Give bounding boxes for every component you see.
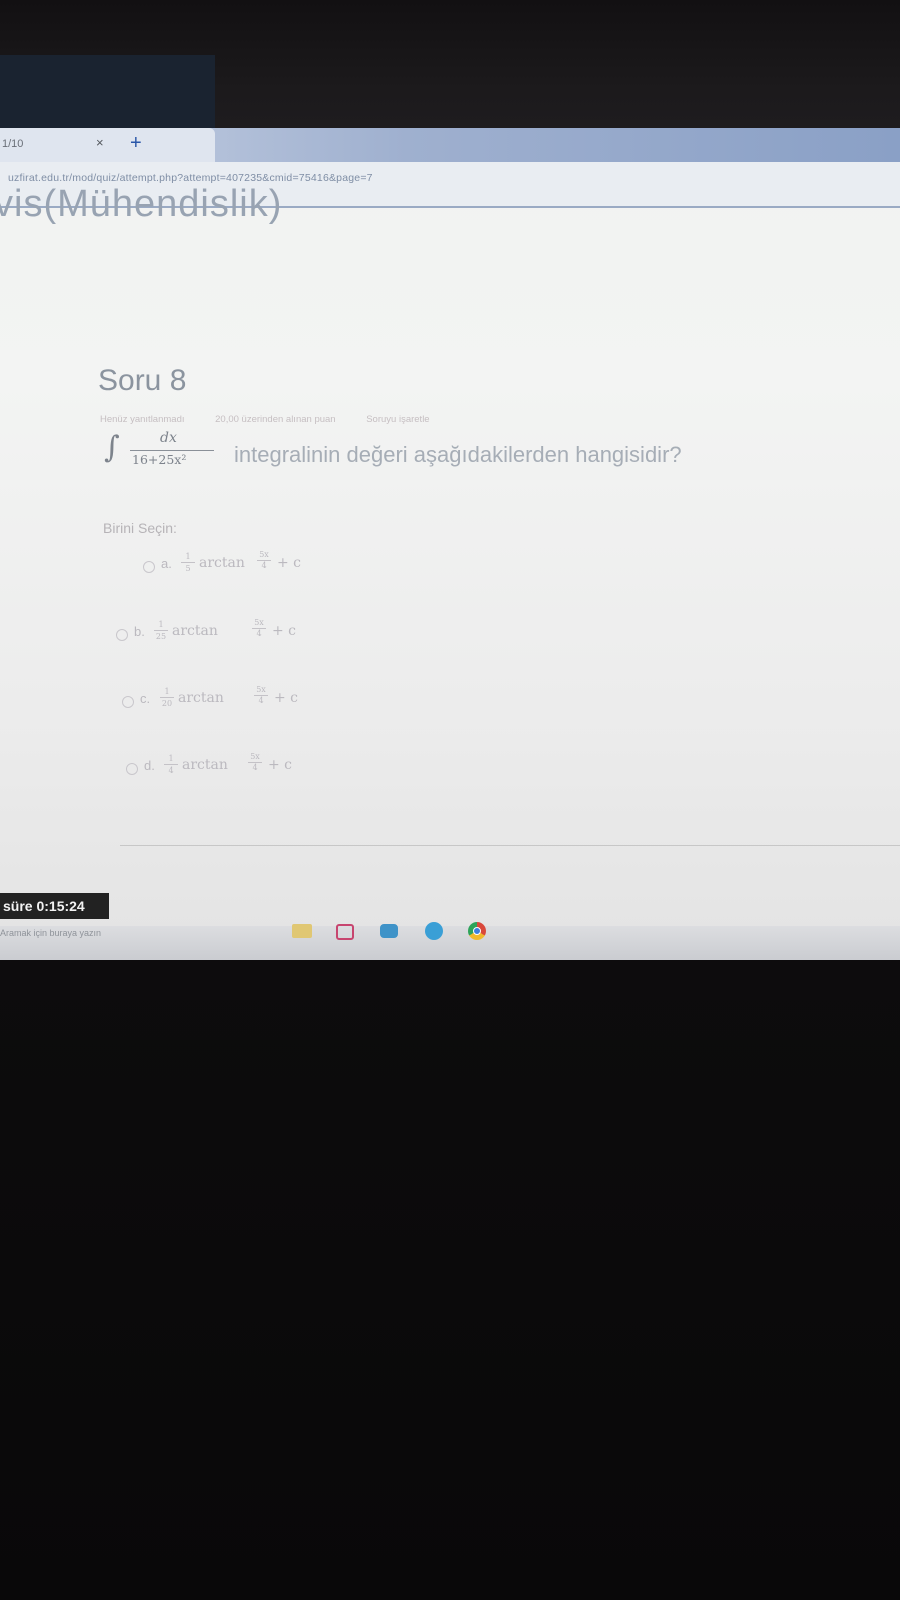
radio-button[interactable] — [116, 629, 128, 641]
integral-sign: ∫ — [104, 430, 120, 465]
option-argument: 5x 4 — [254, 685, 268, 706]
answer-prompt: Birini Seçin: — [103, 520, 177, 536]
mail-icon[interactable] — [336, 924, 354, 940]
question-points: 20,00 üzerinden alınan puan — [215, 414, 336, 425]
option-argument: 5x 4 — [257, 550, 271, 571]
question-title: Soru 8 — [98, 364, 187, 397]
question-info: Henüz yanıtlanmadı 20,00 üzerinden alına… — [100, 414, 570, 425]
quiz-timer: süre 0:15:24 — [0, 893, 109, 919]
browser-tab-bar: 1/10 × + — [0, 128, 900, 162]
radio-button[interactable] — [122, 696, 134, 708]
folder-icon[interactable] — [292, 924, 312, 938]
bezel-reflection — [0, 55, 215, 130]
browser-tab[interactable]: 1/10 × + — [0, 128, 215, 162]
option-constant: + c — [272, 623, 297, 639]
edge-icon[interactable] — [425, 922, 443, 940]
tab-close-icon[interactable]: × — [96, 135, 104, 150]
question-status: Henüz yanıtlanmadı — [100, 414, 185, 425]
integral-denominator: 16+25x² — [132, 452, 187, 467]
radio-button[interactable] — [143, 561, 155, 573]
option-function: arctan — [172, 623, 218, 639]
option-function: arctan — [178, 690, 224, 706]
option-function: arctan — [182, 757, 228, 773]
option-argument: 5x 4 — [252, 618, 266, 639]
option-coefficient: 1 25 — [154, 620, 168, 641]
option-function: arctan — [199, 555, 245, 571]
fraction-line — [130, 450, 214, 451]
course-title: vis(Mühendislik) — [0, 183, 283, 225]
tab-title: 1/10 — [2, 138, 24, 150]
option-coefficient: 14 — [164, 753, 178, 776]
option-letter: b. — [134, 624, 145, 639]
chrome-icon[interactable] — [468, 922, 486, 940]
store-icon[interactable] — [380, 924, 398, 938]
new-tab-icon[interactable]: + — [130, 132, 142, 155]
option-coefficient: 1 20 — [160, 687, 174, 708]
option-coefficient: 15 — [181, 551, 195, 574]
taskbar-search-box[interactable]: Aramak için buraya yazın — [0, 928, 101, 938]
option-letter: c. — [140, 691, 151, 706]
monitor-bottom-bezel — [0, 960, 900, 1600]
option-letter: a. — [161, 556, 172, 571]
option-constant: + c — [277, 555, 302, 571]
integral-numerator: dx — [160, 430, 177, 446]
option-constant: + c — [274, 690, 299, 706]
question-text: integralinin değeri aşağıdakilerden hang… — [234, 442, 682, 467]
flag-question-link[interactable]: Soruyu işaretle — [366, 414, 429, 425]
option-argument: 5x 4 — [248, 752, 262, 773]
option-constant: + c — [268, 757, 293, 773]
integral-expression: ∫ dx 16+25x² — [100, 428, 220, 472]
option-letter: d. — [144, 758, 155, 773]
screen: 1/10 × + uzfirat.edu.tr/mod/quiz/attempt… — [0, 128, 900, 966]
radio-button[interactable] — [126, 763, 138, 775]
section-divider — [120, 845, 900, 846]
